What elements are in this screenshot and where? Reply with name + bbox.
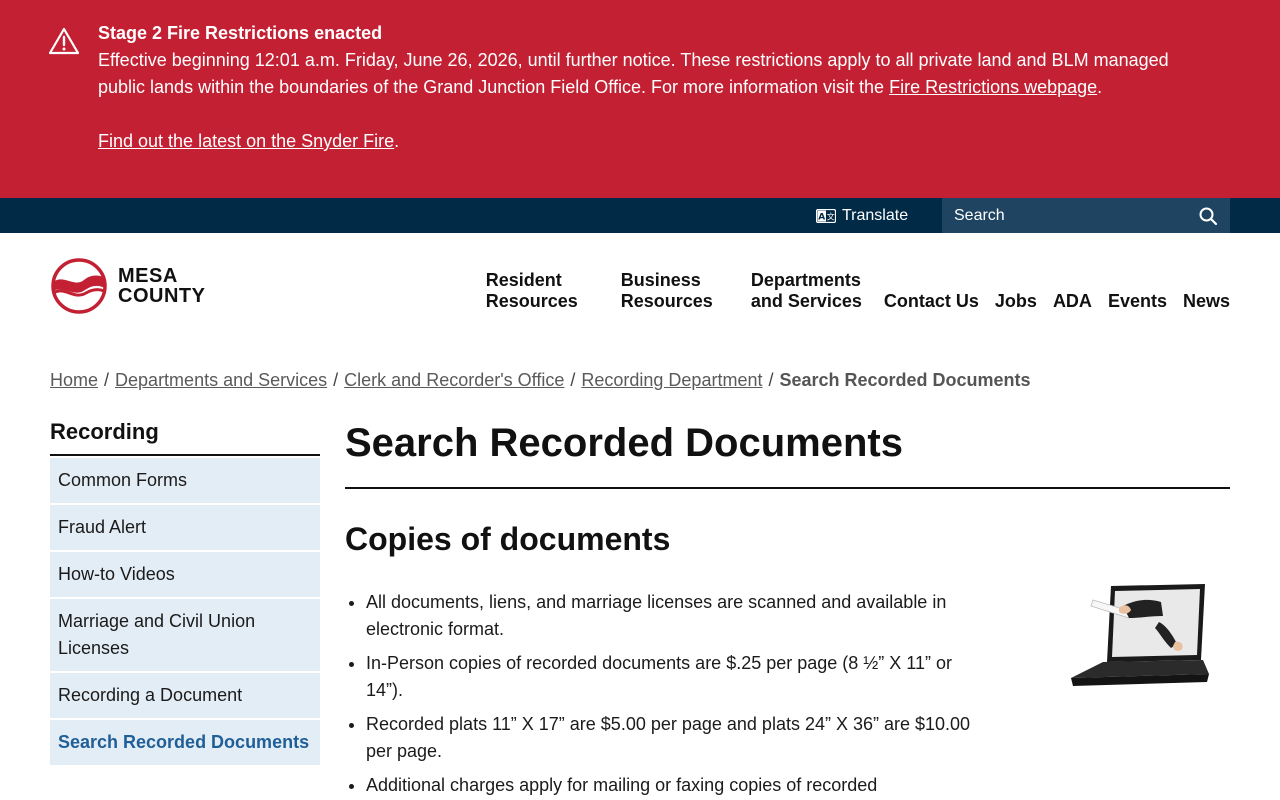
nav-label: Resources [620,291,713,311]
nav-news[interactable]: News [1183,291,1230,312]
nav-events[interactable]: Events [1108,291,1167,312]
nav-label: Contact Us [883,291,979,311]
mesa-county-logo[interactable]: MESA COUNTY [50,258,205,314]
breadcrumb-home[interactable]: Home [50,370,98,390]
list-item: Recorded plats 11” X 17” are $5.00 per p… [366,711,991,765]
logo-emblem-icon [51,258,107,314]
nav-contact-us[interactable]: Contact Us [884,291,979,312]
search-input[interactable] [942,198,1182,233]
main-nav: Resident Resources Business Resources De… [486,268,1230,312]
svg-text:文: 文 [827,211,835,221]
sidebar-item-marriage-licenses[interactable]: Marriage and Civil Union Licenses [50,599,320,671]
fire-restrictions-link[interactable]: Fire Restrictions webpage [889,77,1097,97]
nav-jobs[interactable]: Jobs [995,291,1037,312]
logo-line-1: MESA [118,265,178,287]
sidebar-nav: Recording Common Forms Fraud Alert How-t… [50,418,320,765]
breadcrumb-separator: / [333,370,339,390]
breadcrumb-recording-department[interactable]: Recording Department [581,370,762,390]
nav-resident-resources[interactable]: Resident Resources [486,270,578,312]
breadcrumb-separator: / [768,370,774,390]
nav-label: Jobs [994,291,1037,311]
search-icon[interactable] [1198,206,1218,226]
breadcrumb-departments[interactable]: Departments and Services [115,370,327,390]
translate-label: Translate [842,206,909,224]
sidebar-item-fraud-alert[interactable]: Fraud Alert [50,505,320,550]
site-search [942,198,1230,233]
list-item: In-Person copies of recorded documents a… [366,650,991,704]
utility-bar: A 文 Translate [0,198,1280,233]
laptop-document-image [1071,584,1209,686]
nav-business-resources[interactable]: Business Resources [621,270,713,312]
nav-label: News [1182,291,1230,311]
section-title: Copies of documents [345,521,671,557]
snyder-fire-link[interactable]: Find out the latest on the Snyder Fire [98,131,394,151]
translate-button[interactable]: A 文 Translate [816,198,908,233]
list-item: All documents, liens, and marriage licen… [366,589,991,643]
nav-label: Business [620,270,701,290]
alert-message: Stage 2 Fire Restrictions enacted Effect… [98,20,1208,155]
sidebar-item-common-forms[interactable]: Common Forms [50,458,320,503]
nav-label: Departments [750,270,861,290]
sidebar-item-how-to-videos[interactable]: How-to Videos [50,552,320,597]
nav-label: Events [1107,291,1167,311]
breadcrumb-clerk-recorder[interactable]: Clerk and Recorder's Office [344,370,564,390]
nav-label: ADA [1052,291,1092,311]
nav-label: and Services [750,291,862,311]
alert-period: . [1097,77,1103,97]
translate-icon: A 文 [816,208,836,223]
alert-period-2: . [394,131,400,151]
list-item: Additional charges apply for mailing or … [366,772,991,799]
sidebar-title: Recording [50,418,320,456]
svg-text:A: A [818,212,825,222]
nav-label: Resources [485,291,578,311]
fire-alert-banner: Stage 2 Fire Restrictions enacted Effect… [0,0,1280,198]
breadcrumb: Home / Departments and Services / Clerk and … [50,368,1031,392]
copies-list: All documents, liens, and marriage licen… [366,589,991,799]
warning-icon [48,27,80,55]
nav-departments-services[interactable]: Departments and Services [751,270,862,312]
nav-ada[interactable]: ADA [1053,291,1092,312]
sidebar-item-search-recorded-documents[interactable]: Search Recorded Documents [50,720,320,765]
breadcrumb-separator: / [104,370,110,390]
alert-title: Stage 2 Fire Restrictions enacted [98,23,383,43]
logo-wordmark: MESA COUNTY [118,266,205,306]
breadcrumb-separator: / [570,370,576,390]
nav-label: Resident [485,270,562,290]
breadcrumb-current: Search Recorded Documents [779,370,1031,390]
page-title: Search Recorded Documents [345,420,1230,489]
main-content: Search Recorded Documents Copies of docu… [345,418,1230,800]
sidebar-item-recording-document[interactable]: Recording a Document [50,673,320,718]
logo-line-2: COUNTY [118,285,206,307]
